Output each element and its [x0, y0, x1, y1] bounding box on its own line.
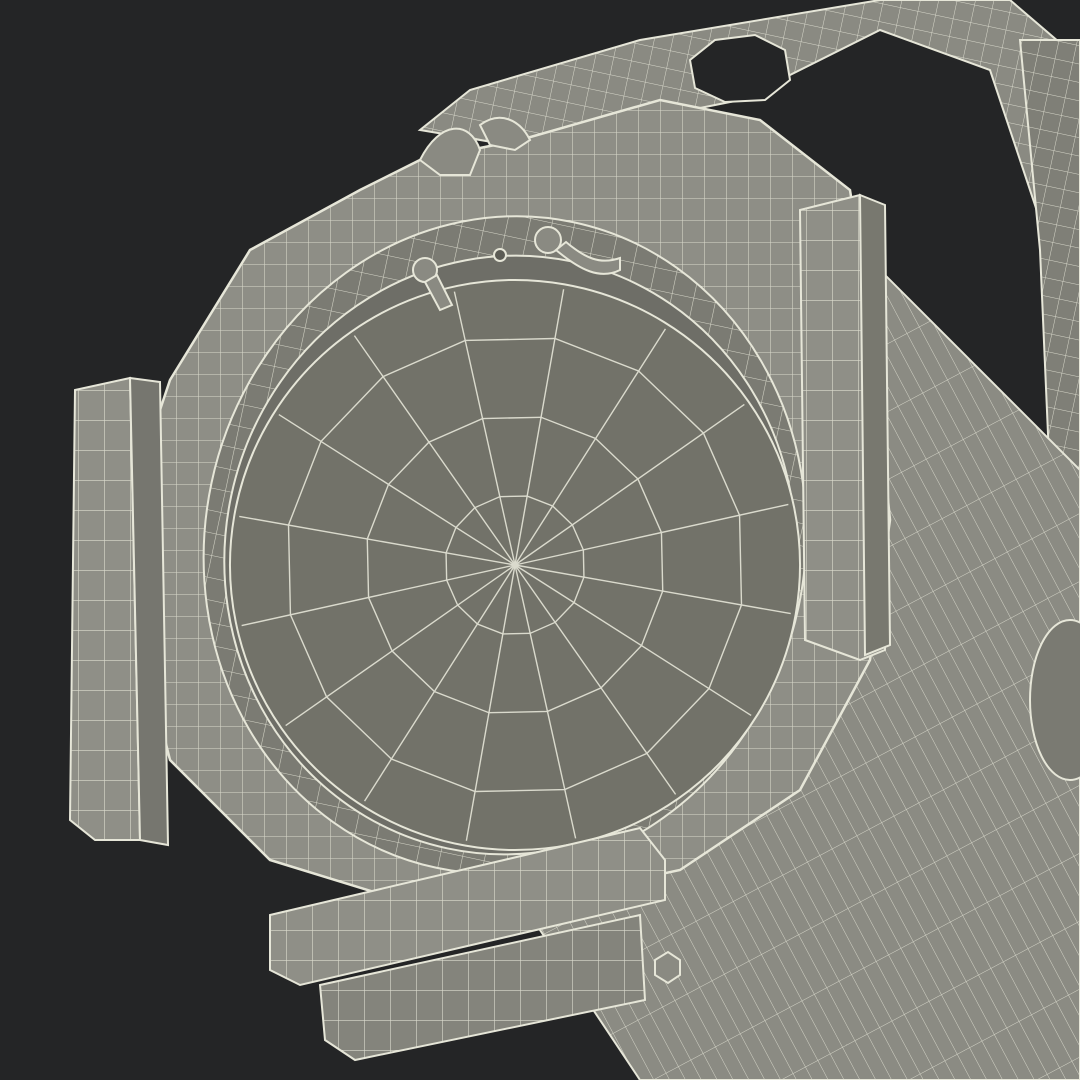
left-gel-frame-bracket — [68, 376, 170, 847]
render-viewport — [0, 0, 1080, 1080]
hex-bolt — [654, 950, 681, 985]
spotlight-wireframe-render — [68, 0, 1080, 1080]
right-gel-frame-bracket — [798, 193, 892, 662]
